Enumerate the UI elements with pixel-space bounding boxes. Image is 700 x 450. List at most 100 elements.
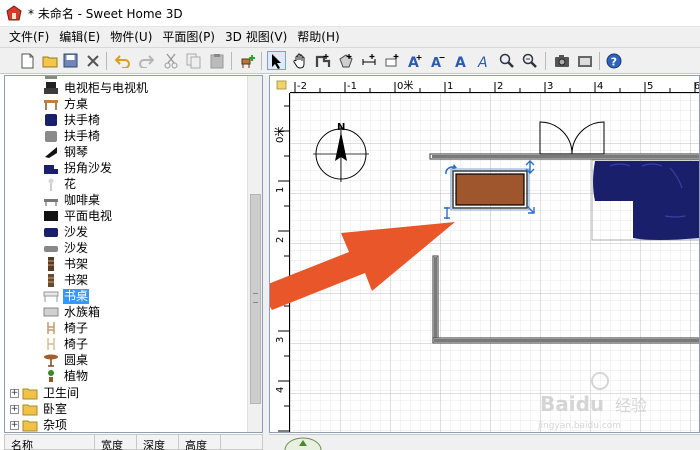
expand-icon[interactable]: +: [10, 388, 19, 398]
create-photo-icon[interactable]: [552, 51, 571, 70]
menu-edit[interactable]: 编辑(E): [54, 27, 105, 47]
folder-icon: [22, 420, 38, 431]
plan-view[interactable]: -2 -1 0米 1 2 3 4 5 6 0米 1 2 3 4 5 N: [269, 75, 700, 433]
open-file-icon[interactable]: [40, 51, 59, 70]
new-file-icon[interactable]: [18, 51, 37, 70]
desk-icon: [43, 291, 59, 302]
menu-file[interactable]: 文件(F): [4, 27, 54, 47]
ruler-y-label: 2: [275, 237, 286, 243]
create-rooms-icon[interactable]: [336, 51, 355, 70]
catalog-item[interactable]: 花: [43, 176, 77, 192]
watermark-brand: Baidu: [540, 392, 604, 416]
italic-text-icon[interactable]: A: [474, 51, 493, 70]
3d-view-strip[interactable]: [269, 434, 700, 450]
pan-mode-icon[interactable]: [290, 51, 309, 70]
create-labels-icon[interactable]: [382, 51, 401, 70]
menu-furniture[interactable]: 物件(U): [105, 27, 157, 47]
catalog-item[interactable]: 沙发: [43, 240, 89, 256]
catalog-item[interactable]: 咖啡桌: [43, 192, 101, 208]
catalog-item[interactable]: 书架: [43, 272, 89, 288]
wall[interactable]: [432, 255, 439, 343]
create-walls-icon[interactable]: [313, 51, 332, 70]
zoom-in-icon[interactable]: [497, 51, 516, 70]
ruler-x-label: 3: [547, 81, 553, 92]
window-title: * 未命名 - Sweet Home 3D: [28, 6, 183, 21]
column-header-name[interactable]: 名称: [5, 435, 95, 450]
vertical-ruler: [270, 93, 290, 432]
catalog-item-label: 水族箱: [64, 304, 101, 319]
catalog-item-label: 书桌: [63, 288, 90, 304]
catalog-item-label: 咖啡桌: [64, 192, 101, 207]
paste-icon[interactable]: [207, 51, 226, 70]
column-header-depth[interactable]: 深度: [137, 435, 179, 450]
catalog-scrollbar-thumb[interactable]: [250, 194, 261, 404]
catalog-item[interactable]: 平面电视: [43, 208, 113, 224]
ruler-x-label: 6: [694, 81, 700, 92]
round-table-icon: [44, 354, 58, 367]
catalog-item-label: 沙发: [64, 224, 89, 239]
menu-plan[interactable]: 平面图(P): [157, 27, 220, 47]
folder-icon: [22, 404, 38, 415]
bold-text-icon[interactable]: A: [451, 51, 470, 70]
catalog-item[interactable]: 电视柜与电视机: [43, 80, 149, 96]
desk[interactable]: [450, 168, 530, 211]
increase-text-icon[interactable]: A: [405, 51, 424, 70]
decrease-text-icon[interactable]: A: [428, 51, 447, 70]
catalog-item[interactable]: 水族箱: [43, 304, 101, 320]
redo-icon[interactable]: [136, 51, 155, 70]
menu-bar: 文件(F) 编辑(E) 物件(U) 平面图(P) 3D 视图(V) 帮助(H): [0, 27, 700, 47]
catalog-item[interactable]: 拐角沙发: [43, 160, 113, 176]
column-header-height[interactable]: 高度: [179, 435, 221, 450]
catalog-item[interactable]: 沙发: [43, 224, 89, 240]
bookcase-icon: [48, 257, 54, 271]
zoom-out-icon[interactable]: [520, 51, 539, 70]
catalog-item[interactable]: 椅子: [43, 320, 89, 336]
catalog-item-label: 花: [64, 176, 77, 191]
catalog-item[interactable]: 圆桌: [43, 352, 89, 368]
expand-icon[interactable]: +: [10, 420, 19, 430]
expand-icon[interactable]: +: [10, 404, 19, 414]
catalog-item-selected[interactable]: 书桌: [43, 288, 90, 304]
cut-icon[interactable]: [161, 51, 180, 70]
catalog-item[interactable]: 椅子: [43, 336, 89, 352]
catalog-category[interactable]: + 卫生间: [10, 385, 80, 401]
catalog-item-label: 书架: [64, 272, 89, 287]
catalog-item[interactable]: 植物: [43, 368, 89, 384]
flower-icon: [48, 178, 54, 191]
create-dimensions-icon[interactable]: [359, 51, 378, 70]
catalog-category-label: 杂项: [43, 417, 68, 432]
wall[interactable]: [432, 337, 700, 344]
flat-tv-icon: [44, 211, 58, 221]
catalog-item-label: 植物: [64, 368, 89, 383]
menu-help[interactable]: 帮助(H): [292, 27, 344, 47]
save-icon[interactable]: [61, 51, 80, 70]
preferences-icon[interactable]: [83, 51, 102, 70]
catalog-item[interactable]: 扶手椅: [43, 112, 101, 128]
add-furniture-icon[interactable]: [238, 51, 257, 70]
column-header-width[interactable]: 宽度: [95, 435, 137, 450]
catalog-item[interactable]: 方桌: [43, 96, 89, 112]
plan-canvas[interactable]: -2 -1 0米 1 2 3 4 5 6 0米 1 2 3 4 5 N: [270, 76, 700, 433]
sofa-blue-icon: [44, 228, 58, 237]
furniture-catalog-tree[interactable]: 电视柜与电视机 方桌 扶手椅 扶手椅 钢琴 拐角沙发 花 咖啡桌 平面电视 沙发…: [4, 75, 263, 433]
menu-3d-view[interactable]: 3D 视图(V): [220, 27, 292, 47]
catalog-category[interactable]: + 杂项: [10, 417, 68, 432]
undo-icon[interactable]: [113, 51, 132, 70]
copy-icon[interactable]: [184, 51, 203, 70]
ruler-y-label: 4: [275, 387, 286, 393]
navigation-arrows-icon[interactable]: [283, 436, 323, 450]
wall[interactable]: [429, 153, 700, 160]
catalog-item[interactable]: 钢琴: [43, 144, 89, 160]
catalog-category-label: 卫生间: [43, 385, 80, 400]
sofa-gray-icon: [44, 246, 58, 252]
select-mode-icon[interactable]: [267, 51, 286, 70]
catalog-scrollbar[interactable]: [247, 76, 262, 432]
create-video-icon[interactable]: [575, 51, 594, 70]
catalog-category[interactable]: + 卧室: [10, 401, 68, 417]
help-icon[interactable]: ?: [604, 51, 623, 70]
armchair-blue-icon: [45, 114, 57, 126]
ruler-x-label: 2: [497, 81, 503, 92]
corner-sofa-icon: [44, 165, 58, 174]
catalog-item[interactable]: 扶手椅: [43, 128, 101, 144]
catalog-item[interactable]: 书架: [43, 256, 89, 272]
